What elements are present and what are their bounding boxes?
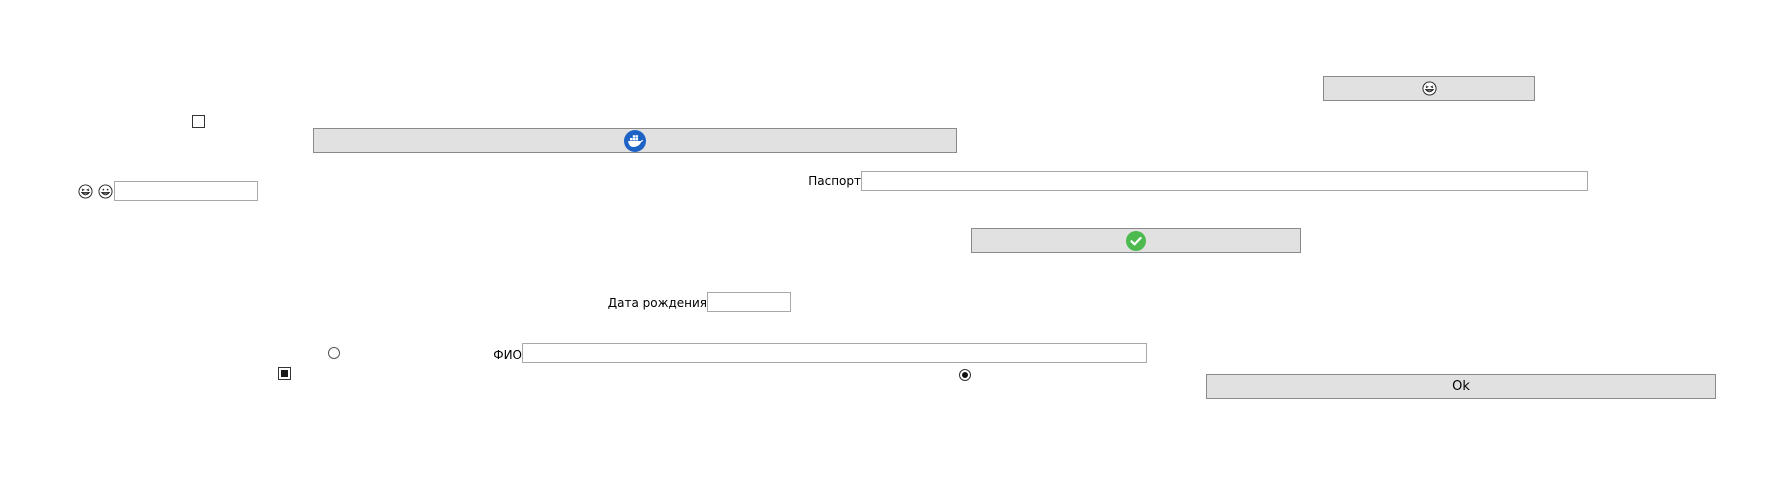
radio-left[interactable] [328, 347, 340, 359]
docker-whale-icon [624, 129, 646, 152]
grinning-squint-face-icon [1421, 81, 1437, 96]
checkbox-bottom[interactable] [278, 367, 291, 380]
grinning-squint-face-icon [78, 184, 93, 199]
birthdate-field[interactable] [707, 292, 791, 312]
checkbox-fill [281, 370, 288, 377]
fio-field[interactable] [522, 343, 1147, 363]
checkbox-top[interactable] [192, 115, 205, 128]
check-button[interactable] [971, 228, 1301, 253]
radio-right[interactable] [959, 369, 971, 381]
passport-field[interactable] [861, 171, 1588, 191]
grinning-face-icon [98, 184, 113, 199]
fio-label: ФИО [493, 348, 522, 362]
ok-button[interactable]: Ok [1206, 374, 1716, 399]
emoji-button[interactable] [1323, 76, 1535, 101]
birthdate-label: Дата рождения [607, 296, 707, 310]
left-text-input[interactable] [114, 181, 258, 201]
passport-label: Паспорт [808, 174, 861, 188]
ok-button-label: Ok [1452, 379, 1470, 394]
docker-button[interactable] [313, 128, 957, 153]
check-circle-icon [1126, 230, 1146, 251]
radio-dot [962, 372, 968, 378]
